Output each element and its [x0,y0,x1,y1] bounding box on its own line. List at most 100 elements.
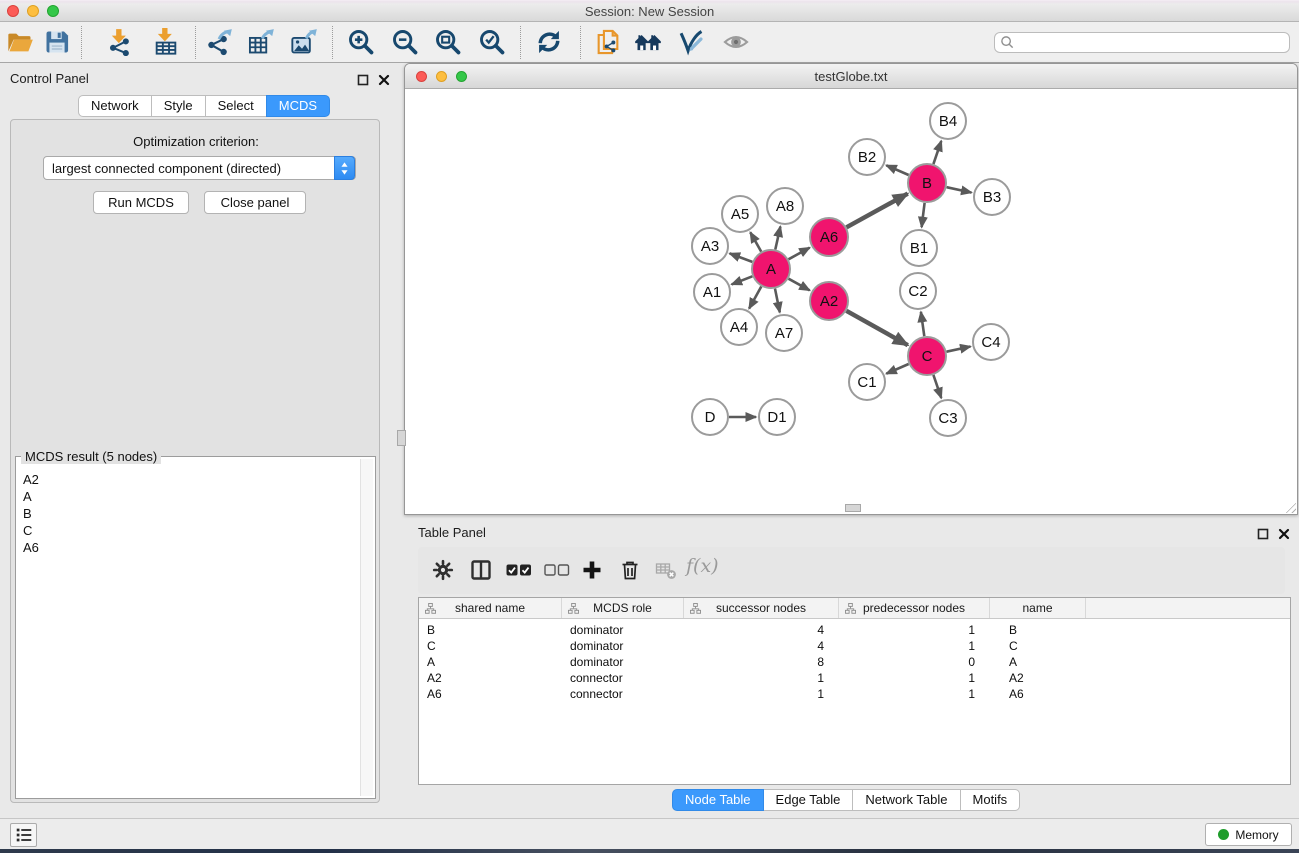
export-image-icon[interactable] [290,28,318,56]
refresh-view-icon[interactable] [535,28,563,56]
import-network-icon[interactable] [106,28,134,56]
task-history-button[interactable] [10,823,37,847]
edge-A-A5[interactable] [750,232,761,251]
column-header-successor-nodes[interactable]: successor nodes [684,598,839,618]
close-panel-icon[interactable] [378,73,390,85]
edge-B-B1[interactable] [922,203,925,227]
tab-node-table[interactable]: Node Table [672,789,764,811]
mcds-result-item[interactable]: A [23,488,359,505]
float-table-panel-icon[interactable] [1257,527,1269,539]
show-columns-icon[interactable] [470,559,492,581]
cell[interactable]: B [990,622,1086,638]
graph-node-B3[interactable]: B3 [974,179,1010,215]
tab-style[interactable]: Style [151,95,206,117]
zoom-selected-icon[interactable] [478,28,506,56]
edge-B-B4[interactable] [933,141,941,164]
table-row[interactable]: Cdominator41C [419,638,1290,654]
graph-node-A7[interactable]: A7 [766,315,802,351]
zoom-out-icon[interactable] [391,28,419,56]
graph-node-B[interactable]: B [908,164,946,202]
table-row[interactable]: Bdominator41B [419,622,1290,638]
cell[interactable]: dominator [562,654,684,670]
graph-node-A2[interactable]: A2 [810,282,848,320]
cell[interactable]: A2 [990,670,1086,686]
run-mcds-button[interactable]: Run MCDS [93,191,189,214]
close-table-panel-icon[interactable] [1278,527,1290,539]
graph-node-A[interactable]: A [752,250,790,288]
cell[interactable]: connector [562,670,684,686]
column-header-name[interactable]: name [990,598,1086,618]
edge-C-C3[interactable] [933,375,941,398]
tab-motifs[interactable]: Motifs [960,789,1021,811]
edge-A-A7[interactable] [775,289,780,313]
cell[interactable]: 4 [684,638,839,654]
memory-button[interactable]: Memory [1205,823,1292,846]
cell[interactable]: 8 [684,654,839,670]
tab-network[interactable]: Network [78,95,152,117]
table-row[interactable]: A2connector11A2 [419,670,1290,686]
cell[interactable]: A2 [419,670,562,686]
cell[interactable]: 1 [684,670,839,686]
edge-B-B2[interactable] [886,165,908,175]
graph-node-A6[interactable]: A6 [810,218,848,256]
graph-node-A5[interactable]: A5 [722,196,758,232]
edge-A2-C[interactable] [846,311,907,345]
cell[interactable]: A [990,654,1086,670]
graph-node-A8[interactable]: A8 [767,188,803,224]
add-row-icon[interactable] [581,559,603,581]
show-graphics-details-icon[interactable] [677,28,705,56]
graph-node-A1[interactable]: A1 [694,274,730,310]
edge-A-A4[interactable] [749,287,761,309]
graph-node-C4[interactable]: C4 [973,324,1009,360]
column-header-predecessor-nodes[interactable]: predecessor nodes [839,598,990,618]
cell[interactable]: 1 [839,638,990,654]
edge-A-A8[interactable] [775,227,780,250]
result-scrollbar[interactable] [360,459,373,796]
mcds-result-item[interactable]: A6 [23,539,359,556]
cell[interactable]: connector [562,686,684,702]
graph-node-B2[interactable]: B2 [849,139,885,175]
edge-A-A6[interactable] [789,248,810,260]
graph-node-D1[interactable]: D1 [759,399,795,435]
delete-row-trash-icon[interactable] [619,559,641,581]
cell[interactable]: C [990,638,1086,654]
edge-A6-B[interactable] [847,194,908,228]
column-header-shared-name[interactable]: shared name [419,598,562,618]
edge-C-C4[interactable] [947,347,971,352]
save-session-icon[interactable] [43,28,71,56]
cell[interactable]: B [419,622,562,638]
cell[interactable]: 1 [839,686,990,702]
graph-node-A3[interactable]: A3 [692,228,728,264]
tab-network-table[interactable]: Network Table [852,789,960,811]
clear-all-checks-icon[interactable] [544,563,570,585]
open-session-icon[interactable] [6,28,34,56]
cell[interactable]: C [419,638,562,654]
column-header-mcds-role[interactable]: MCDS role [562,598,684,618]
import-table-icon[interactable] [152,28,180,56]
graph-node-C1[interactable]: C1 [849,364,885,400]
edge-A-A3[interactable] [730,253,753,262]
float-panel-icon[interactable] [357,73,369,85]
network-canvas[interactable]: B4B2BB3A8A5A6A3B1AC2A1A2A4A7C4CC1DD1C3 [405,89,1297,514]
zoom-fit-icon[interactable] [434,28,462,56]
graph-node-D[interactable]: D [692,399,728,435]
graph-node-C2[interactable]: C2 [900,273,936,309]
select-all-checks-icon[interactable] [506,563,532,585]
show-hide-panel-eye-icon[interactable] [722,28,750,56]
home-view-icon[interactable] [634,28,662,56]
tab-mcds[interactable]: MCDS [266,95,330,117]
cell[interactable]: 4 [684,622,839,638]
bottom-splitter-handle[interactable] [845,504,861,512]
table-row[interactable]: A6connector11A6 [419,686,1290,702]
edge-C-C1[interactable] [886,364,908,374]
left-splitter-handle[interactable] [397,430,406,446]
table-row[interactable]: Adominator80A [419,654,1290,670]
cell[interactable]: 1 [839,670,990,686]
clone-network-icon[interactable] [594,28,622,56]
tab-edge-table[interactable]: Edge Table [763,789,854,811]
search-input[interactable] [1015,34,1289,51]
export-network-icon[interactable] [205,28,233,56]
cell[interactable]: dominator [562,622,684,638]
mcds-result-item[interactable]: C [23,522,359,539]
graph-node-B1[interactable]: B1 [901,230,937,266]
